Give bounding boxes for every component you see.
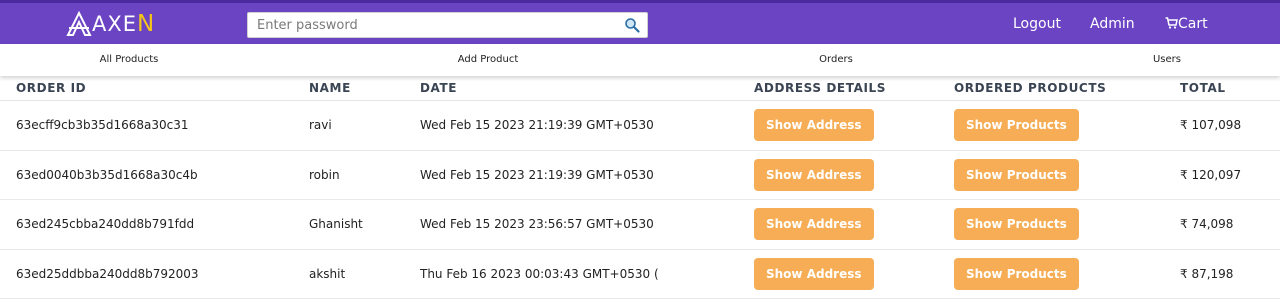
table-row: 63ed0040b3b35d1668a30c4b robin Wed Feb 1… [0,151,1280,200]
name-cell: Ghanisht [309,217,363,231]
order-id-cell: 63ed25ddbba240dd8b792003 [16,266,199,281]
table-row: 63ed245cbba240dd8b791fdd Ghanisht Wed Fe… [0,200,1280,250]
total-cell: ₹ 87,198 [1180,266,1234,281]
col-name: NAME [309,81,351,95]
show-products-button[interactable]: Show Products [954,208,1079,240]
search-bar [247,12,648,38]
logout-link[interactable]: Logout [1013,16,1061,32]
brand-logo[interactable]: AXEN [66,9,155,39]
col-order-id: ORDER ID [16,81,87,95]
show-products-button[interactable]: Show Products [954,158,1079,191]
brand-name: AXEN [92,11,156,37]
top-navbar: AXEN Logout Admin Cart [0,0,1280,44]
date-cell: Wed Feb 15 2023 23:56:57 GMT+0530 [420,217,654,231]
cart-icon [1165,17,1178,29]
cart-link[interactable]: Cart [1165,16,1208,32]
date-cell: Wed Feb 15 2023 21:19:39 GMT+0530 [420,167,654,182]
total-cell: ₹ 107,098 [1180,118,1242,132]
show-address-button[interactable]: Show Address [754,208,874,240]
col-date: DATE [420,81,458,95]
table-row: 63ecff9cb3b35d1668a30c31 ravi Wed Feb 15… [0,101,1280,151]
table-row: 63ed25ddbba240dd8b792003 akshit Thu Feb … [0,250,1280,299]
order-id-cell: 63ed0040b3b35d1668a30c4b [16,167,198,182]
cart-label: Cart [1178,16,1208,32]
search-icon[interactable] [621,14,643,36]
subnav-orders[interactable]: Orders [819,54,853,65]
show-products-button[interactable]: Show Products [954,257,1079,290]
show-address-button[interactable]: Show Address [754,109,874,141]
name-cell: robin [309,167,340,182]
subnav-users[interactable]: Users [1153,54,1181,65]
admin-link[interactable]: Admin [1090,16,1135,32]
search-input[interactable] [248,13,621,37]
col-address-details: ADDRESS DETAILS [754,81,887,95]
name-cell: akshit [309,266,346,281]
table-header: ORDER ID NAME DATE ADDRESS DETAILS ORDER… [0,76,1280,101]
date-cell: Wed Feb 15 2023 21:19:39 GMT+0530 [420,118,654,132]
logo-a-icon [66,11,92,36]
name-cell: ravi [309,118,332,132]
date-cell: Thu Feb 16 2023 00:03:43 GMT+0530 ( [420,266,659,281]
orders-table: ORDER ID NAME DATE ADDRESS DETAILS ORDER… [0,76,1280,299]
order-id-cell: 63ecff9cb3b35d1668a30c31 [16,118,189,132]
admin-subnav: All Products Add Product Orders Users [0,44,1280,76]
show-address-button[interactable]: Show Address [754,257,874,290]
show-products-button[interactable]: Show Products [954,109,1079,141]
col-total: TOTAL [1180,81,1226,95]
subnav-all-products[interactable]: All Products [100,54,159,65]
subnav-add-product[interactable]: Add Product [458,54,519,65]
total-cell: ₹ 120,097 [1180,167,1242,182]
show-address-button[interactable]: Show Address [754,158,874,191]
order-id-cell: 63ed245cbba240dd8b791fdd [16,217,195,231]
total-cell: ₹ 74,098 [1180,217,1234,231]
col-ordered-products: ORDERED PRODUCTS [954,81,1107,95]
